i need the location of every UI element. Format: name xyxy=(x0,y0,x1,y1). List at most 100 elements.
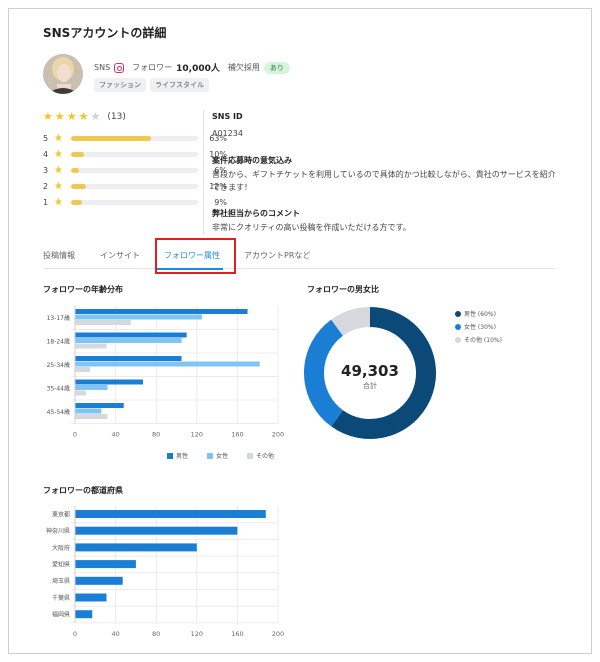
bar-female xyxy=(75,314,202,320)
y-tick-label: 18-24歳 xyxy=(47,337,70,345)
tab-post-info[interactable]: 投稿情報 xyxy=(43,250,75,261)
gender-donut-chart: 49,303合計 xyxy=(304,307,436,439)
rating-row-2: 2 ★ 12% xyxy=(43,181,227,193)
star-icon: ★ xyxy=(43,110,53,123)
instagram-icon xyxy=(114,62,125,73)
comment-label: 弊社担当からのコメント xyxy=(212,209,300,218)
avatar xyxy=(43,54,83,94)
follower-label: フォロワー xyxy=(132,63,173,72)
rating-row-3: 3 ★ 6% xyxy=(43,165,227,177)
bar-prefecture xyxy=(75,543,197,552)
x-tick-label: 200 xyxy=(272,431,284,439)
follower-count: 10,000人 xyxy=(176,64,220,74)
legend-dot xyxy=(455,323,461,330)
legend-donut-male: 男性 (60%) xyxy=(455,309,496,318)
age-chart-title: フォロワーの年齢分布 xyxy=(43,285,123,294)
legend-label: その他 (10%) xyxy=(464,337,502,344)
backup-label: 補欠採用 xyxy=(227,63,260,72)
rating-bar-fill xyxy=(71,152,84,157)
x-tick-label: 120 xyxy=(191,630,203,638)
star-icon: ★ xyxy=(78,110,89,123)
rating-row-4: 4 ★ 10% xyxy=(43,149,227,161)
star-icon: ★ xyxy=(54,110,65,123)
tab-insight[interactable]: インサイト xyxy=(100,250,140,261)
legend-female: 女性 xyxy=(207,451,228,460)
y-tick-label: 福岡県 xyxy=(52,611,70,619)
rating-star-number: 1 xyxy=(43,198,49,207)
legend-dot xyxy=(455,310,461,317)
rating-bar-fill xyxy=(71,168,79,173)
legend-other: その他 xyxy=(247,451,274,460)
star-icon: ★ xyxy=(54,197,63,208)
legend-donut-other: その他 (10%) xyxy=(455,335,502,344)
x-tick-label: 160 xyxy=(231,431,243,439)
bar-female xyxy=(75,385,108,390)
x-tick-label: 0 xyxy=(73,630,77,638)
x-tick-label: 40 xyxy=(111,431,119,439)
bar-prefecture xyxy=(75,526,238,535)
y-tick-label: 愛知県 xyxy=(52,560,70,568)
legend-swatch xyxy=(207,452,213,459)
legend-swatch xyxy=(247,452,253,459)
highlight-box xyxy=(155,238,236,274)
x-tick-label: 160 xyxy=(231,630,243,638)
rating-star-number: 5 xyxy=(43,134,49,143)
x-tick-label: 0 xyxy=(73,431,77,439)
sns-id-label: SNS ID xyxy=(212,112,243,121)
x-tick-label: 80 xyxy=(152,431,160,439)
avatar-image xyxy=(43,54,83,94)
y-tick-label: 45-54歳 xyxy=(47,408,70,416)
donut-slice-other xyxy=(331,307,371,337)
tab-bar: 投稿情報 インサイト フォロワー属性 アカウントPRなど xyxy=(43,247,555,270)
legend-label: 女性 (30%) xyxy=(464,324,496,331)
tab-account-pr[interactable]: アカウントPRなど xyxy=(244,250,310,261)
x-tick-label: 200 xyxy=(272,630,284,638)
bar-prefecture xyxy=(75,510,266,518)
donut-total-label: 合計 xyxy=(363,381,377,390)
y-tick-label: 埼玉県 xyxy=(52,577,70,585)
bar-other xyxy=(75,343,107,349)
comment-text: 非常にクオリティの高い投稿を作成いただける方です。 xyxy=(212,223,411,232)
motivation-label: 案件応募時の意気込み xyxy=(212,156,292,165)
bar-male xyxy=(75,356,182,361)
bar-female xyxy=(75,361,260,367)
motivation-text: 普段から、ギフトチケットを利用しているので具体的かつ比較しながら、貴社のサービス… xyxy=(212,170,556,192)
bar-male xyxy=(75,403,124,408)
star-icon: ★ xyxy=(54,133,63,144)
legend-swatch xyxy=(167,452,173,459)
rating-row-5: 5 ★ 63% xyxy=(43,133,227,145)
rating-star-number: 2 xyxy=(43,182,49,191)
legend-male: 男性 xyxy=(167,451,188,460)
rating-bar-fill xyxy=(71,136,151,141)
backup-badge: あり xyxy=(263,61,290,74)
sns-id-value: A01234 xyxy=(212,129,243,138)
sns-info-row: SNS フォロワー 10,000人 補欠採用 あり xyxy=(94,61,290,74)
bar-male xyxy=(75,379,144,385)
rating-summary: ★ ★ ★ ★ ★ (13) xyxy=(43,111,126,122)
legend-dot xyxy=(455,336,461,343)
y-tick-label: 大阪府 xyxy=(52,544,70,552)
bar-prefecture xyxy=(75,593,107,602)
star-icon: ★ xyxy=(66,110,77,123)
tag-fashion: ファッション xyxy=(94,78,146,92)
y-tick-label: 35-44歳 xyxy=(47,384,70,392)
gender-chart-title: フォロワーの男女比 xyxy=(307,285,379,294)
legend-donut-female: 女性 (30%) xyxy=(455,322,496,331)
rating-row-1: 1 ★ 9% xyxy=(43,197,227,209)
star-icon: ★ xyxy=(54,181,63,192)
sns-label: SNS xyxy=(94,63,111,72)
y-tick-label: 千葉県 xyxy=(52,594,70,602)
bar-female xyxy=(75,408,102,414)
y-tick-label: 13-17歳 xyxy=(47,314,70,322)
divider xyxy=(203,110,204,235)
y-tick-label: 25-34歳 xyxy=(47,361,70,369)
bar-prefecture xyxy=(75,560,136,569)
bar-male xyxy=(75,332,187,338)
rating-star-number: 3 xyxy=(43,166,49,175)
bar-prefecture xyxy=(75,610,93,619)
x-tick-label: 40 xyxy=(111,630,119,638)
legend-label: 女性 xyxy=(216,453,229,460)
bar-other xyxy=(75,414,108,419)
donut-total-value: 49,303 xyxy=(341,362,399,380)
tag-lifestyle: ライフスタイル xyxy=(150,78,209,92)
